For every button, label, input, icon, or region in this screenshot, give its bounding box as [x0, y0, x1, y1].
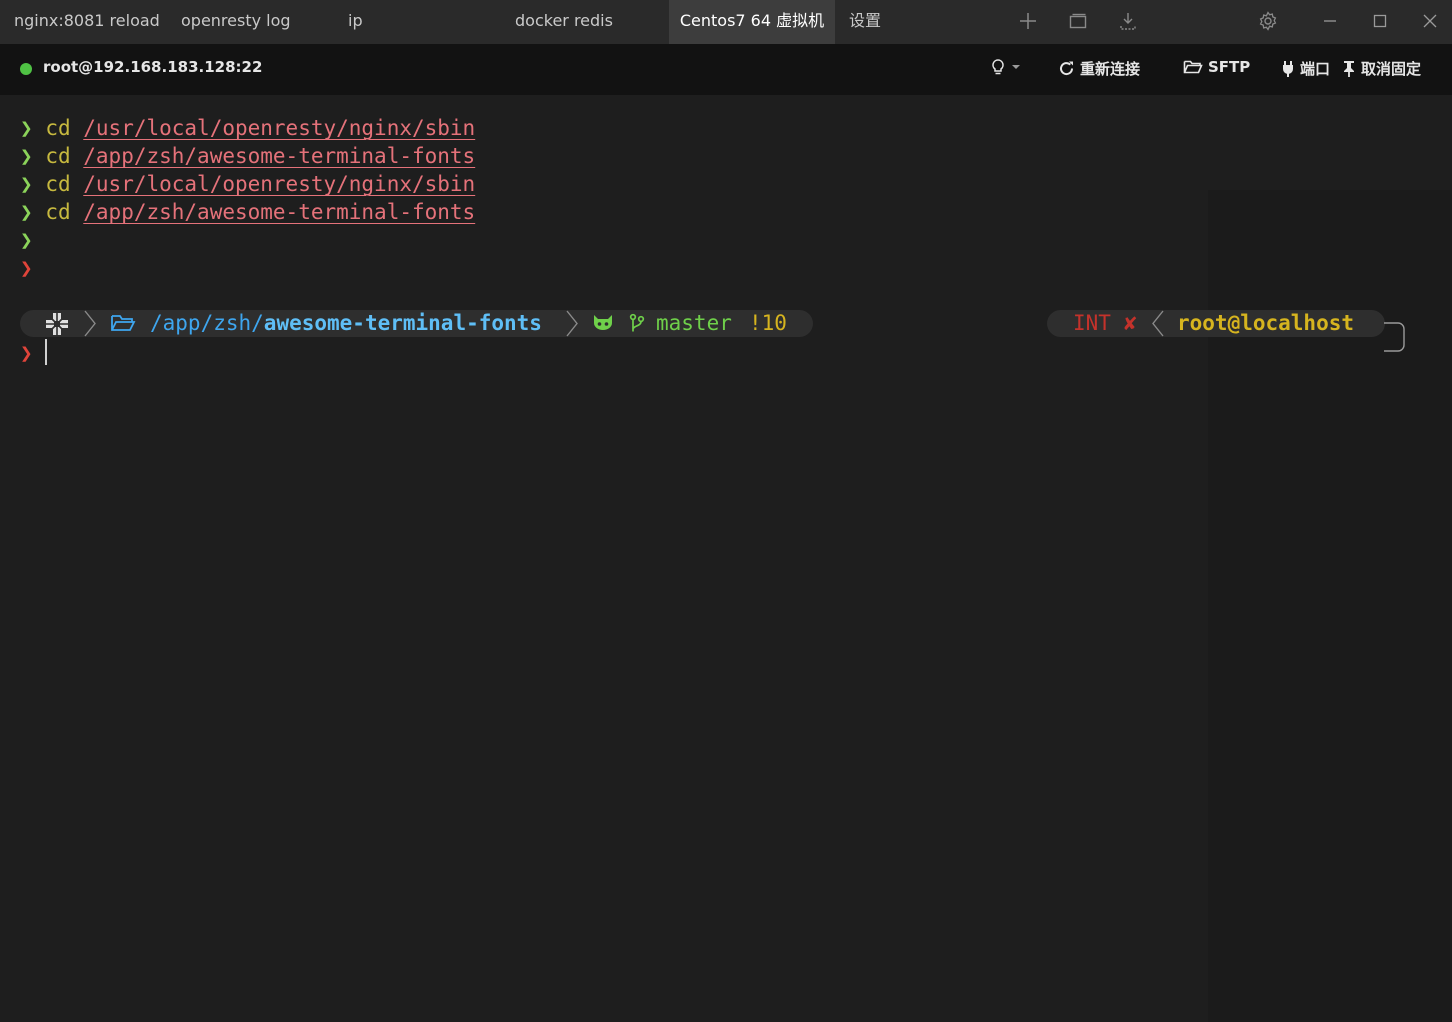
- command-path: /usr/local/openresty/nginx/sbin: [83, 116, 476, 140]
- history-line: ❯ cd /app/zsh/awesome-terminal-fonts: [20, 142, 475, 170]
- sftp-label: SFTP: [1208, 58, 1251, 76]
- prompt-char: ❯: [20, 200, 33, 224]
- history-line: ❯ cd /usr/local/openresty/nginx/sbin: [20, 114, 475, 142]
- history-line: ❯ cd /usr/local/openresty/nginx/sbin: [20, 170, 475, 198]
- prompt-char-error: ❯: [20, 256, 33, 280]
- centos-icon: [46, 313, 68, 335]
- maximize-icon: [1373, 14, 1387, 28]
- folder-icon: [111, 315, 136, 331]
- git-branch: master: [656, 311, 732, 335]
- folder-open-icon: [1183, 60, 1203, 74]
- prompt-path: /app/zsh/awesome-terminal-fonts: [150, 310, 542, 337]
- unpin-label: 取消固定: [1361, 60, 1422, 78]
- close-button[interactable]: [1410, 0, 1450, 42]
- segment-separator-icon: [566, 310, 578, 337]
- command: cd: [45, 116, 71, 140]
- download-button[interactable]: [1108, 0, 1148, 42]
- tab-openresty-log[interactable]: openresty log: [181, 0, 291, 44]
- window-stack-icon: [1069, 13, 1087, 29]
- plug-icon: [1283, 60, 1293, 77]
- command-path: /usr/local/openresty/nginx/sbin: [83, 172, 476, 196]
- plus-icon: [1020, 13, 1036, 29]
- segment-separator-icon: [84, 310, 96, 337]
- text-cursor: [45, 339, 47, 365]
- tab-nginx-reload[interactable]: nginx:8081 reload: [14, 0, 160, 44]
- tab-settings[interactable]: 设置: [849, 0, 881, 44]
- download-icon: [1120, 13, 1136, 30]
- command-path: /app/zsh/awesome-terminal-fonts: [83, 144, 476, 168]
- pin-icon: [1344, 60, 1354, 77]
- current-prompt-line: ❯: [20, 339, 33, 367]
- tab-centos7-vm[interactable]: Centos7 64 虚拟机: [669, 0, 835, 44]
- segment-separator-icon: [1152, 310, 1164, 337]
- git-status: !10: [749, 311, 787, 335]
- prompt-path-dir: awesome-terminal-fonts: [263, 311, 542, 335]
- settings-button[interactable]: [1248, 0, 1288, 42]
- gear-icon: [1259, 11, 1277, 31]
- new-tab-button[interactable]: [1008, 0, 1048, 42]
- git-branch-icon: [629, 313, 645, 332]
- close-icon: [1423, 14, 1437, 28]
- command: cd: [45, 172, 71, 196]
- github-cat-icon: [594, 315, 612, 330]
- port-forward-button[interactable]: 端口: [1281, 58, 1330, 79]
- prompt-char: ❯: [20, 116, 33, 140]
- prompt-char: ❯: [20, 172, 33, 196]
- maximize-button[interactable]: [1360, 0, 1400, 42]
- command: cd: [45, 200, 71, 224]
- lightbulb-icon: [992, 59, 1004, 75]
- error-prompt-line: ❯: [20, 254, 33, 282]
- exit-status-icon: ✘: [1124, 311, 1137, 335]
- exit-status: INT: [1073, 311, 1111, 335]
- sftp-button[interactable]: SFTP: [1183, 58, 1250, 76]
- tab-ip[interactable]: ip: [348, 0, 363, 44]
- connection-status-icon: [20, 63, 32, 75]
- prompt-char-error: ❯: [20, 341, 33, 365]
- prompt-path-prefix: /app/zsh/: [150, 311, 264, 335]
- command: cd: [45, 144, 71, 168]
- reconnect-button[interactable]: 重新连接: [1058, 58, 1140, 79]
- unpin-button[interactable]: 取消固定: [1342, 58, 1421, 79]
- session-host: root@192.168.183.128:22: [43, 58, 263, 76]
- reconnect-label: 重新连接: [1080, 60, 1141, 78]
- prompt-char: ❯: [20, 228, 33, 252]
- empty-prompt-line: ❯: [20, 226, 33, 254]
- tab-bar: nginx:8081 reload openresty log ip docke…: [0, 0, 1452, 44]
- tab-list-button[interactable]: [1058, 0, 1098, 42]
- history-line: ❯ cd /app/zsh/awesome-terminal-fonts: [20, 198, 475, 226]
- user-host: root@localhost: [1177, 311, 1355, 335]
- command-path: /app/zsh/awesome-terminal-fonts: [83, 200, 476, 224]
- prompt-char: ❯: [20, 144, 33, 168]
- tips-dropdown[interactable]: [990, 58, 1021, 76]
- chevron-down-icon: [1012, 65, 1020, 69]
- refresh-icon: [1060, 61, 1074, 76]
- tab-docker-redis[interactable]: docker redis: [515, 0, 613, 44]
- port-label: 端口: [1300, 60, 1331, 78]
- minimize-icon: [1324, 20, 1336, 22]
- terminal-output[interactable]: ❯ cd /usr/local/openresty/nginx/sbin ❯ c…: [0, 95, 1452, 1022]
- minimize-button[interactable]: [1310, 0, 1350, 42]
- prompt-connector-icon: [1384, 322, 1405, 352]
